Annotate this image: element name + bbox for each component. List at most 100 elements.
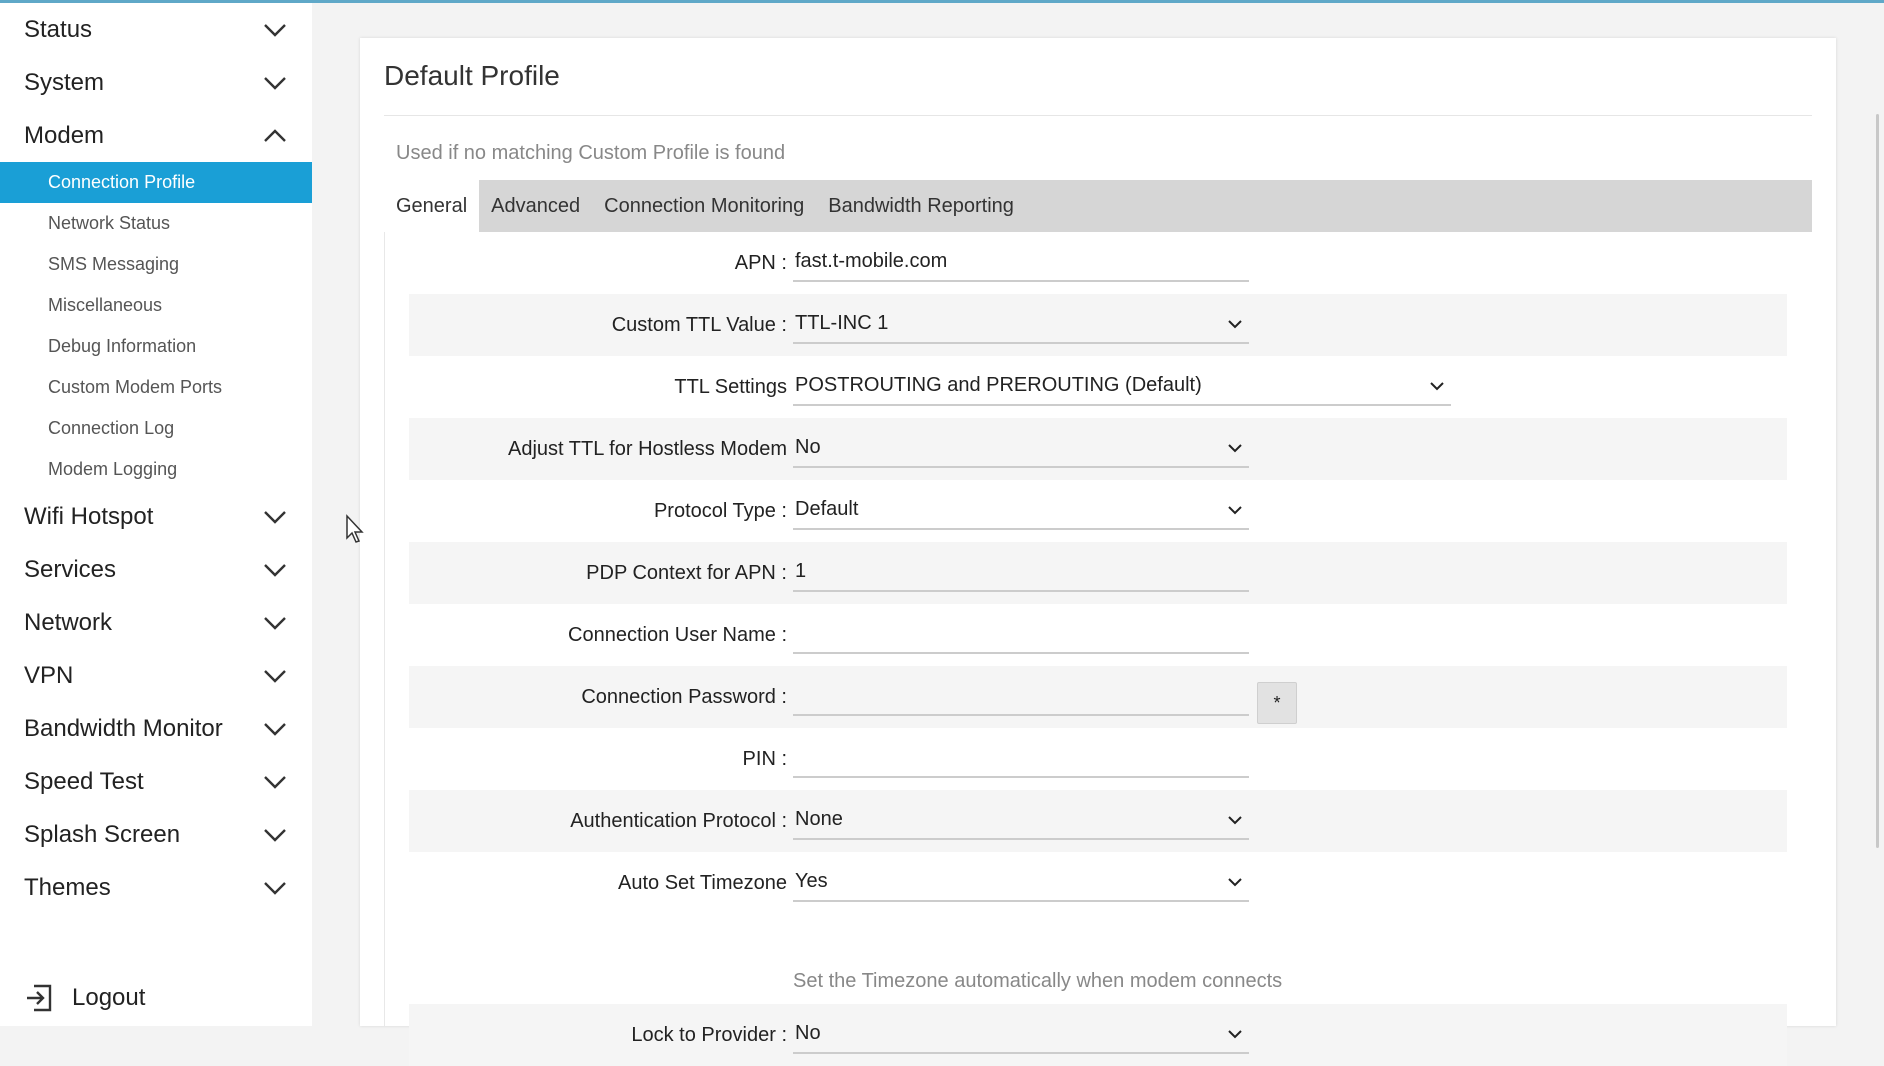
menu-splash-screen[interactable]: Splash Screen	[0, 808, 312, 861]
default-profile-card: Default Profile Used if no matching Cust…	[360, 38, 1836, 1066]
pdp-context-label: PDP Context for APN :	[586, 561, 787, 584]
protocol-type-value: Default	[795, 497, 859, 520]
row-user-name: Connection User Name :	[409, 604, 1787, 666]
row-pin: PIN :	[409, 728, 1787, 790]
custom-ttl-value: TTL-INC 1	[795, 311, 889, 334]
submenu-label: Network Status	[48, 213, 171, 233]
row-custom-ttl: Custom TTL Value : TTL-INC 1	[409, 294, 1787, 356]
chevron-down-icon	[1228, 816, 1242, 825]
chevron-down-icon	[264, 617, 286, 630]
tab-general[interactable]: General	[384, 180, 480, 232]
submenu-sms-messaging[interactable]: SMS Messaging	[0, 244, 312, 285]
row-adjust-ttl: Adjust TTL for Hostless Modem No	[409, 418, 1787, 480]
logout-icon	[27, 984, 52, 1012]
lock-provider-select[interactable]: No	[793, 1014, 1249, 1054]
tab-bar: General Advanced Connection Monitoring B…	[384, 180, 1812, 232]
chevron-down-icon	[1430, 382, 1444, 391]
auto-timezone-select[interactable]: Yes	[793, 862, 1249, 902]
pin-input[interactable]	[793, 738, 1249, 778]
chevron-up-icon	[264, 129, 286, 142]
page-title: Default Profile	[384, 60, 560, 91]
menu-speed-test[interactable]: Speed Test	[0, 755, 312, 808]
apn-input[interactable]: fast.t-mobile.com	[793, 242, 1249, 282]
logout-label: Logout	[72, 984, 146, 1011]
chevron-down-icon	[264, 776, 286, 789]
menu-label: Status	[24, 15, 93, 43]
adjust-ttl-select[interactable]: No	[793, 428, 1249, 468]
title-divider	[384, 115, 1812, 116]
password-label: Connection Password :	[581, 685, 787, 708]
submenu-modem-logging[interactable]: Modem Logging	[0, 449, 312, 490]
menu-label: VPN	[24, 661, 74, 689]
menu-themes[interactable]: Themes	[0, 861, 312, 914]
auth-protocol-label: Authentication Protocol :	[570, 809, 787, 832]
pdp-context-value: 1	[795, 559, 807, 582]
show-password-button[interactable]: *	[1257, 682, 1297, 724]
submenu-label: SMS Messaging	[48, 254, 180, 274]
submenu-label: Connection Log	[48, 418, 175, 438]
menu-label: Network	[24, 608, 113, 636]
custom-ttl-label: Custom TTL Value :	[611, 313, 787, 336]
menu-services[interactable]: Services	[0, 543, 312, 596]
sidebar: Status System Modem Connection Profile N…	[0, 3, 312, 1026]
submenu-connection-log[interactable]: Connection Log	[0, 408, 312, 449]
chevron-down-icon	[264, 670, 286, 683]
lock-provider-value: No	[795, 1021, 821, 1044]
chevron-down-icon	[1228, 320, 1242, 329]
submenu-label: Connection Profile	[48, 172, 196, 192]
submenu-label: Miscellaneous	[48, 295, 163, 315]
chevron-down-icon	[264, 723, 286, 736]
menu-bandwidth-monitor[interactable]: Bandwidth Monitor	[0, 702, 312, 755]
menu-label: Themes	[24, 873, 111, 901]
general-tab-pane: APN : fast.t-mobile.com Custom TTL Value…	[384, 232, 1812, 1066]
apn-value: fast.t-mobile.com	[795, 249, 948, 272]
protocol-type-label: Protocol Type :	[653, 499, 787, 522]
card-description: Used if no matching Custom Profile is fo…	[396, 142, 786, 164]
menu-modem[interactable]: Modem	[0, 109, 312, 162]
menu-system[interactable]: System	[0, 56, 312, 109]
tab-bandwidth-reporting[interactable]: Bandwidth Reporting	[816, 180, 1026, 232]
submenu-custom-modem-ports[interactable]: Custom Modem Ports	[0, 367, 312, 408]
chevron-down-icon	[264, 564, 286, 577]
row-auth-protocol: Authentication Protocol : None	[409, 790, 1787, 852]
tab-connection-monitoring[interactable]: Connection Monitoring	[592, 180, 816, 232]
submenu-label: Modem Logging	[48, 459, 178, 479]
submenu-network-status[interactable]: Network Status	[0, 203, 312, 244]
chevron-down-icon	[1228, 1030, 1242, 1039]
menu-label: Speed Test	[24, 767, 144, 795]
submenu-debug-information[interactable]: Debug Information	[0, 326, 312, 367]
submenu-connection-profile[interactable]: Connection Profile	[0, 162, 312, 203]
password-input[interactable]	[793, 676, 1249, 716]
menu-vpn[interactable]: VPN	[0, 649, 312, 702]
tab-advanced[interactable]: Advanced	[479, 180, 592, 232]
ttl-settings-label: TTL Settings	[674, 375, 787, 398]
auth-protocol-select[interactable]: None	[793, 800, 1249, 840]
logout-button[interactable]: Logout	[24, 983, 145, 1013]
submenu-miscellaneous[interactable]: Miscellaneous	[0, 285, 312, 326]
menu-label: Wifi Hotspot	[24, 502, 154, 530]
auto-timezone-hint: Set the Timezone automatically when mode…	[793, 970, 1283, 992]
row-ttl-settings: TTL Settings POSTROUTING and PREROUTING …	[409, 356, 1787, 418]
protocol-type-select[interactable]: Default	[793, 490, 1249, 530]
user-name-input[interactable]	[793, 614, 1249, 654]
menu-label: Bandwidth Monitor	[24, 714, 223, 742]
menu-wifi-hotspot[interactable]: Wifi Hotspot	[0, 490, 312, 543]
menu-status[interactable]: Status	[0, 3, 312, 56]
auto-timezone-label: Auto Set Timezone	[618, 871, 787, 894]
adjust-ttl-label: Adjust TTL for Hostless Modem	[508, 437, 787, 460]
auth-protocol-value: None	[795, 807, 843, 830]
row-auto-timezone: Auto Set Timezone Yes	[409, 852, 1787, 914]
submenu-label: Custom Modem Ports	[48, 377, 223, 397]
chevron-down-icon	[264, 882, 286, 895]
pdp-context-input[interactable]: 1	[793, 552, 1249, 592]
menu-network[interactable]: Network	[0, 596, 312, 649]
chevron-down-icon	[1228, 878, 1242, 887]
row-password: Connection Password : *	[409, 666, 1787, 728]
user-name-label: Connection User Name :	[568, 623, 787, 646]
row-apn: APN : fast.t-mobile.com	[409, 232, 1787, 294]
custom-ttl-select[interactable]: TTL-INC 1	[793, 304, 1249, 344]
ttl-settings-select[interactable]: POSTROUTING and PREROUTING (Default)	[793, 366, 1451, 406]
menu-label: Splash Screen	[24, 820, 181, 848]
page-scrollbar[interactable]	[1876, 114, 1879, 848]
row-protocol-type: Protocol Type : Default	[409, 480, 1787, 542]
